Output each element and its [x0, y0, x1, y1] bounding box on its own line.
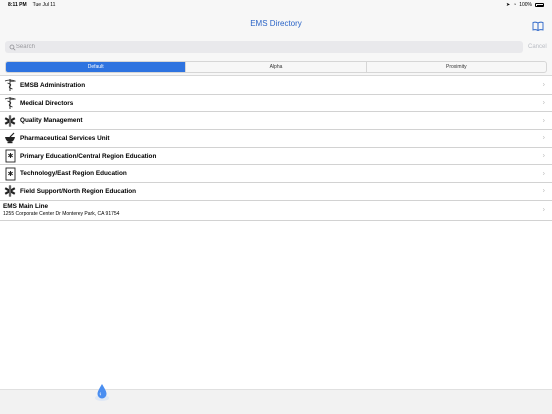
chevron-right-icon: › — [542, 152, 545, 160]
search-icon — [9, 44, 16, 51]
chevron-right-icon: › — [542, 99, 545, 107]
segment-default[interactable]: Default — [6, 62, 186, 72]
status-time: 8:11 PM — [8, 2, 27, 8]
chevron-right-icon: › — [542, 187, 545, 195]
search-box[interactable] — [5, 41, 523, 53]
status-date: Tue Jul 11 — [32, 2, 56, 8]
caduceus-icon — [3, 96, 17, 110]
list-item-label: Primary Education/Central Region Educati… — [20, 152, 157, 160]
list-item[interactable]: Primary Education/Central Region Educati… — [0, 148, 552, 166]
chevron-right-icon: › — [542, 206, 545, 214]
location-icon: ➤ — [505, 2, 511, 8]
mortar-pestle-icon — [3, 131, 17, 145]
star-of-life-icon — [3, 114, 17, 128]
caduceus-icon — [3, 78, 17, 92]
segment-alpha[interactable]: Alpha — [185, 62, 365, 72]
main-line-address: 1255 Corporate Center Dr Monterey Park, … — [3, 211, 120, 218]
list-item-label: Technology/East Region Education — [20, 170, 127, 178]
list-item-label: EMSB Administration — [20, 81, 86, 89]
book-icon[interactable] — [532, 21, 544, 31]
list-item[interactable]: Field Support/North Region Education › — [0, 183, 552, 201]
list-item-label: Quality Management — [20, 117, 83, 125]
list-item[interactable]: Pharmaceutical Services Unit › — [0, 130, 552, 148]
water-drop-icon[interactable] — [94, 380, 110, 402]
cancel-button[interactable]: Cancel — [528, 44, 547, 50]
battery-icon — [535, 3, 544, 7]
list-item-label: Pharmaceutical Services Unit — [20, 134, 110, 142]
status-bar: 8:11 PM Tue Jul 11 ➤ ◔ 100% — [0, 0, 552, 10]
handbook-icon — [3, 149, 17, 163]
wifi-icon: ◔ — [513, 2, 517, 8]
bottom-bar — [0, 389, 552, 414]
chevron-right-icon: › — [542, 170, 545, 178]
list-item[interactable]: Medical Directors › — [0, 95, 552, 113]
chevron-right-icon: › — [542, 134, 545, 142]
chevron-right-icon: › — [542, 81, 545, 89]
list-item[interactable]: EMSB Administration › — [0, 77, 552, 95]
page-title: EMS Directory — [250, 18, 302, 28]
search-bar: Cancel — [0, 36, 552, 58]
status-indicators: ➤ ◔ 100% — [506, 2, 544, 8]
star-of-life-icon — [3, 184, 17, 198]
directory-list: EMSB Administration › Medical Directors … — [0, 77, 552, 221]
segment-proximity[interactable]: Proximity — [365, 62, 546, 72]
search-input[interactable] — [15, 44, 523, 50]
handbook-icon — [3, 167, 17, 181]
list-item-label: Medical Directors — [20, 99, 74, 107]
main-line-item[interactable]: EMS Main Line 1255 Corporate Center Dr M… — [0, 201, 552, 221]
list-item[interactable]: Quality Management › — [0, 112, 552, 131]
navigation-bar: EMS Directory — [0, 10, 552, 36]
list-item[interactable]: Technology/East Region Education › — [0, 165, 552, 184]
sort-segmented-control-area: Default Alpha Proximity — [0, 58, 552, 76]
chevron-right-icon: › — [542, 117, 545, 125]
main-line-title: EMS Main Line — [3, 203, 49, 211]
list-item-label: Field Support/North Region Education — [20, 187, 137, 195]
battery-percent: 100% — [519, 2, 532, 8]
sort-segmented-control: Default Alpha Proximity — [5, 61, 547, 73]
